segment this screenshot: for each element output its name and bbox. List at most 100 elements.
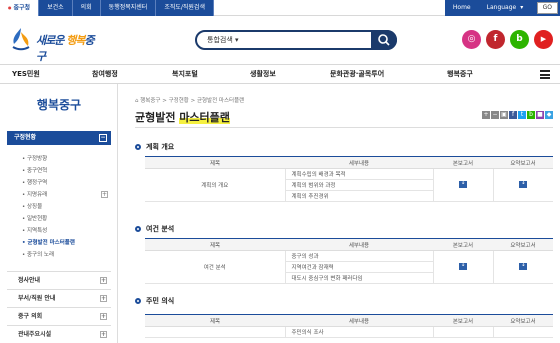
full-report-download[interactable] xyxy=(433,326,494,338)
nav-item-living-info[interactable]: 생활정보 xyxy=(250,65,276,85)
share-twitter-icon[interactable]: t xyxy=(518,111,526,119)
sidebar-title: 행복중구 xyxy=(36,98,82,112)
table-header-row: 제목 세부내용 본보고서 요약보고서 xyxy=(145,238,553,251)
column-header: 세부내용 xyxy=(285,314,433,327)
full-report-download[interactable] xyxy=(433,250,494,284)
sidebar-section-header-label: 구정현황 xyxy=(14,134,37,141)
share-blog-icon[interactable]: b xyxy=(527,111,535,119)
top-link-health-center[interactable]: 보건소 xyxy=(39,0,73,16)
top-site-links: 중구청 보건소 의회 동행정복지센터 조직도/직원검색 xyxy=(0,0,214,16)
page-title-highlight: 마스터플랜 xyxy=(179,111,230,124)
summary-report-download[interactable] xyxy=(493,168,553,202)
expand-icon[interactable]: + xyxy=(100,331,107,338)
top-right-links: Home Language GO xyxy=(444,0,560,16)
sidebar-subitem-active[interactable]: 균형발전 마스터플랜 xyxy=(22,238,74,246)
column-header: 요약보고서 xyxy=(493,314,553,327)
collapse-icon[interactable]: − xyxy=(99,134,107,142)
download-icon[interactable] xyxy=(459,179,467,188)
column-header: 요약보고서 xyxy=(493,238,553,251)
search-button[interactable] xyxy=(371,30,397,50)
sidebar-subitem[interactable]: 지역특성 xyxy=(22,226,47,234)
sidebar-section-label: 중구 의회 xyxy=(18,313,43,320)
logo-text-part-b: 행복 xyxy=(63,34,85,47)
report-table: 제목 세부내용 본보고서 요약보고서 주민의식 조사 xyxy=(145,314,553,338)
share-facebook-icon[interactable]: f xyxy=(509,111,517,119)
site-logo[interactable]: 새로운 행복중구 xyxy=(10,24,100,63)
column-header: 제목 xyxy=(145,156,285,169)
summary-report-download[interactable] xyxy=(493,250,553,284)
sidebar-section[interactable]: 정사안내 + xyxy=(7,271,111,289)
table-category: 계획의 개요 xyxy=(145,168,286,202)
sidebar-subitem[interactable]: 지명유래 xyxy=(22,190,47,198)
youtube-icon[interactable]: ▶ xyxy=(534,30,553,49)
main-nav: YES민원 참여행정 복지포털 생활정보 문화관광·골목투어 행복중구 xyxy=(0,64,560,84)
report-table: 제목 세부내용 본보고서 요약보고서 계획의 개요 계획수립의 배경과 목적 계… xyxy=(145,156,553,202)
title-divider xyxy=(135,127,553,128)
table-row: 주민의식 조사 xyxy=(145,326,553,338)
summary-report-download[interactable] xyxy=(493,326,553,338)
search-input[interactable] xyxy=(257,34,357,47)
column-header: 본보고서 xyxy=(433,314,493,327)
print-icon[interactable]: ▣ xyxy=(500,111,508,119)
sidebar-section[interactable]: 부서/직원 안내 + xyxy=(7,289,111,307)
top-link-junggu-office[interactable]: 중구청 xyxy=(0,0,40,16)
bullet-icon xyxy=(135,144,141,150)
share-kakaostory-icon[interactable]: ■ xyxy=(536,111,544,119)
nav-item-yes-minwon[interactable]: YES민원 xyxy=(12,65,40,85)
table-category: 여건 분석 xyxy=(145,250,286,284)
sidebar-subitem[interactable]: 구정방향 xyxy=(22,154,47,162)
zoom-in-icon[interactable]: + xyxy=(482,111,490,119)
search-scope-select[interactable]: 통합검색 xyxy=(207,35,239,45)
download-icon[interactable] xyxy=(519,179,528,188)
column-header: 세부내용 xyxy=(285,238,433,251)
download-icon[interactable] xyxy=(519,261,528,270)
download-icon[interactable] xyxy=(459,261,467,270)
sidebar-section-label: 부서/직원 안내 xyxy=(18,295,56,302)
language-select[interactable]: Language xyxy=(479,0,537,16)
nav-item-welfare[interactable]: 복지포털 xyxy=(172,65,198,85)
instagram-icon[interactable]: ◎ xyxy=(462,30,481,49)
sidebar-section[interactable]: 관내주요시설 + xyxy=(7,325,111,343)
expand-icon[interactable]: + xyxy=(101,191,108,198)
table-item: 계획수립의 배경과 목적 xyxy=(285,168,434,180)
zoom-out-icon[interactable]: − xyxy=(491,111,499,119)
blog-icon[interactable]: b xyxy=(510,30,529,49)
table-header-row: 제목 세부내용 본보고서 요약보고서 xyxy=(145,156,553,169)
nav-item-participation[interactable]: 참여행정 xyxy=(92,65,118,85)
sidebar-section-header[interactable]: 구정현황 − xyxy=(7,131,111,145)
sidebar-subitem[interactable]: 중구연혁 xyxy=(22,166,47,174)
report-table: 제목 세부내용 본보고서 요약보고서 여건 분석 중구의 성과 지역여건과 잠재… xyxy=(145,238,553,284)
expand-icon[interactable]: + xyxy=(100,277,107,284)
nav-item-culture-tour[interactable]: 문화관광·골목투어 xyxy=(330,65,384,85)
external-link-icon[interactable]: + xyxy=(100,313,107,320)
home-link[interactable]: Home xyxy=(445,0,479,16)
sidebar-subitem[interactable]: 행정구역 xyxy=(22,178,47,186)
nav-item-happy-junggu[interactable]: 행복중구 xyxy=(447,65,473,85)
column-header: 본보고서 xyxy=(433,238,493,251)
column-header: 본보고서 xyxy=(433,156,493,169)
share-band-icon[interactable]: ◆ xyxy=(545,111,553,119)
logo-text: 새로운 행복중구 xyxy=(36,32,100,64)
bullet-icon xyxy=(135,226,141,232)
table-item: 주민의식 조사 xyxy=(285,326,434,338)
top-link-council[interactable]: 의회 xyxy=(72,0,101,16)
sidebar-subitem[interactable]: 중구의 노래 xyxy=(22,250,54,258)
menu-hamburger-icon[interactable] xyxy=(540,70,550,79)
page-title: 균형발전 마스터플랜 xyxy=(135,109,230,125)
section-heading: 주민 의식 xyxy=(135,296,174,306)
full-report-download[interactable] xyxy=(433,168,494,202)
sidebar-section-label: 관내주요시설 xyxy=(18,331,52,338)
sidebar-section[interactable]: 중구 의회 + xyxy=(7,307,111,325)
sidebar: 행복중구 구정현황 − 구정방향 중구연혁 행정구역 지명유래 + 상징물 일반… xyxy=(0,84,118,343)
sidebar-subitem[interactable]: 상징물 xyxy=(22,202,42,210)
main-content: ⌂ 행복중구 > 구정현황 > 균형발전 마스터플랜 균형발전 마스터플랜 + … xyxy=(135,84,555,343)
facebook-icon[interactable]: f xyxy=(486,30,505,49)
column-header: 요약보고서 xyxy=(493,156,553,169)
logo-text-part-a: 새로운 xyxy=(36,34,64,47)
top-link-community-center[interactable]: 동행정복지센터 xyxy=(100,0,157,16)
sidebar-subitem[interactable]: 일반현황 xyxy=(22,214,47,222)
table-header-row: 제목 세부내용 본보고서 요약보고서 xyxy=(145,314,553,327)
go-button[interactable]: GO xyxy=(536,2,558,14)
expand-icon[interactable]: + xyxy=(100,295,107,302)
top-link-org-search[interactable]: 조직도/직원검색 xyxy=(156,0,214,16)
